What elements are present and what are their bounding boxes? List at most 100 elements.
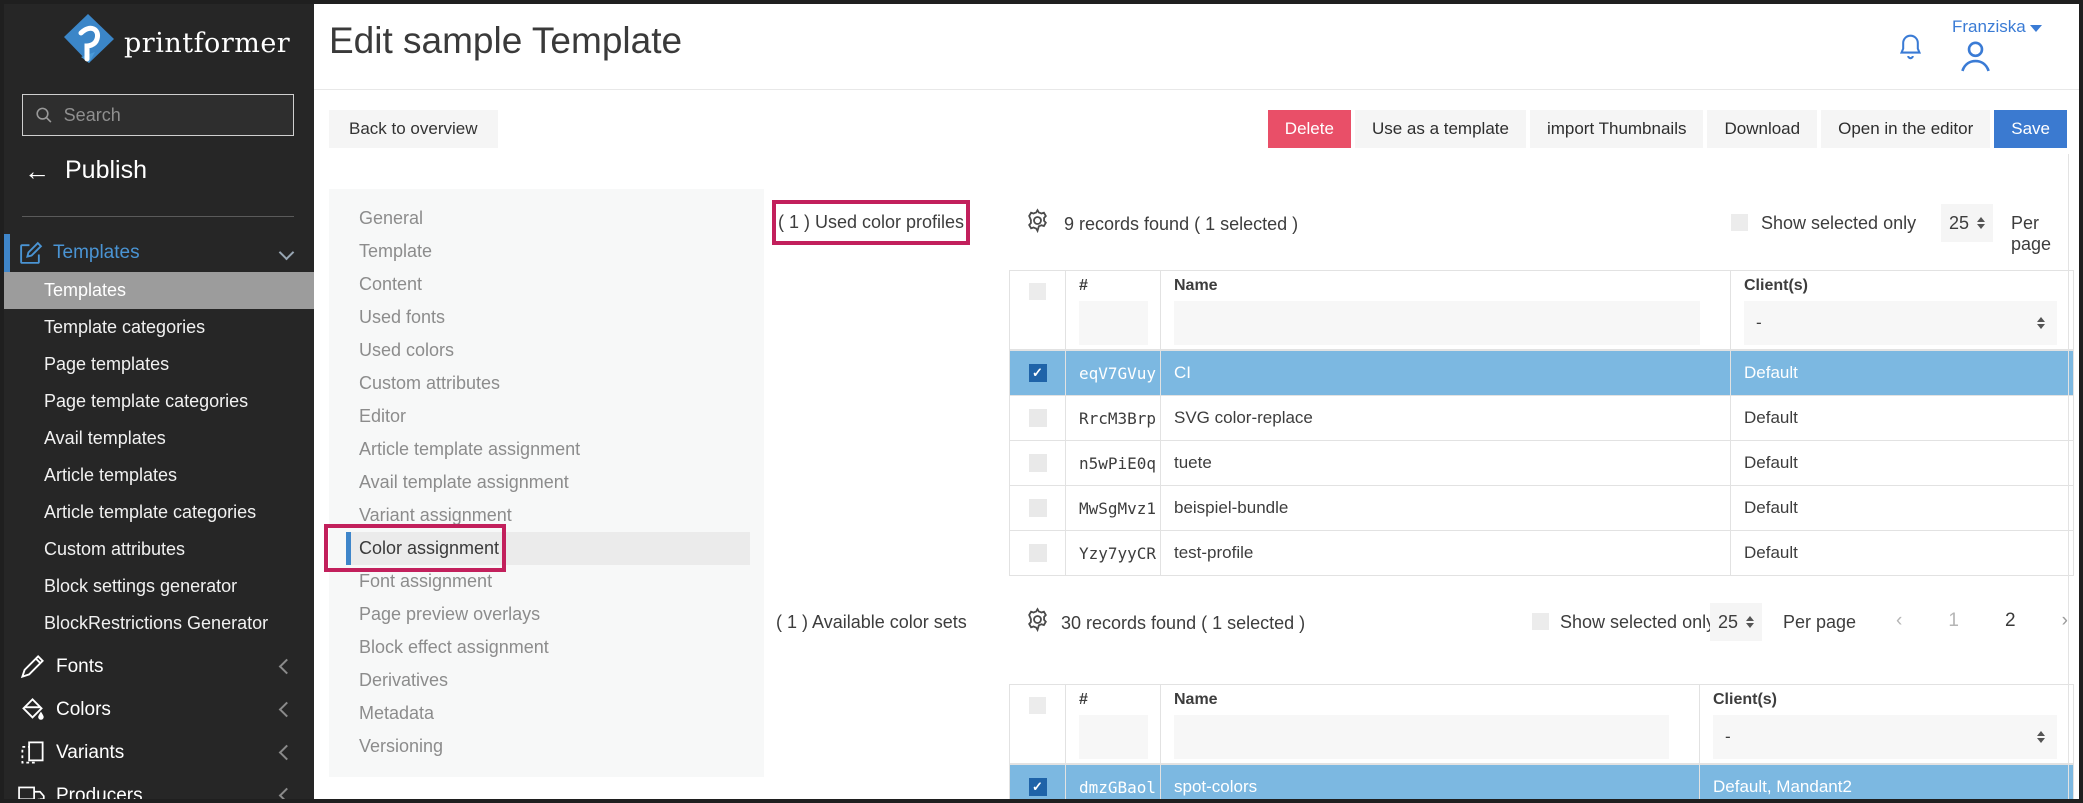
table-row[interactable]: n5wPiE0qtueteDefault xyxy=(1010,440,2073,485)
settings-tab-variant-assignment[interactable]: Variant assignment xyxy=(346,499,750,532)
row-checkbox[interactable]: ✓ xyxy=(1029,364,1047,382)
sidebar-item-blockrestrictions-generator[interactable]: BlockRestrictions Generator xyxy=(4,605,314,642)
sidebar-item-templates[interactable]: Templates xyxy=(4,272,314,309)
table-row[interactable]: RrcM3BrpSVG color-replaceDefault xyxy=(1010,395,2073,440)
per-page-label: Per page xyxy=(1783,612,1856,633)
select-arrows-icon xyxy=(2037,317,2045,329)
back-to-publish[interactable]: ← Publish xyxy=(24,156,147,185)
clients-filter-select[interactable]: - xyxy=(1744,301,2057,345)
page-2[interactable]: 2 xyxy=(2005,610,2016,632)
settings-tab-template[interactable]: Template xyxy=(346,235,750,268)
column-header-name: Name xyxy=(1174,277,1730,299)
row-checkbox[interactable] xyxy=(1029,499,1047,517)
sidebar-item-block-settings-generator[interactable]: Block settings generator xyxy=(4,568,314,605)
delete-button[interactable]: Delete xyxy=(1268,110,1351,148)
table-row[interactable]: MwSgMvz1beispiel-bundleDefault xyxy=(1010,485,2073,530)
name-filter-input[interactable] xyxy=(1174,715,1669,759)
select-arrows-icon xyxy=(2037,731,2045,743)
row-clients: Default xyxy=(1730,486,2073,530)
settings-tab-derivatives[interactable]: Derivatives xyxy=(346,664,750,697)
settings-tab-general[interactable]: General xyxy=(346,202,750,235)
id-filter-input[interactable] xyxy=(1079,715,1148,759)
column-header-name: Name xyxy=(1174,691,1699,713)
table-row[interactable]: Yzy7yyCRtest-profileDefault xyxy=(1010,530,2073,575)
show-selected-checkbox[interactable] xyxy=(1532,613,1549,630)
row-id: RrcM3Brp xyxy=(1065,396,1160,440)
pagination: ‹12› xyxy=(1896,610,2068,632)
notifications-bell-icon[interactable] xyxy=(1897,32,1924,68)
row-checkbox[interactable] xyxy=(1029,454,1047,472)
caret-down-icon[interactable] xyxy=(2030,25,2042,32)
table-settings-gear-icon[interactable] xyxy=(1024,207,1051,239)
sidebar-item-page-templates[interactable]: Page templates xyxy=(4,346,314,383)
settings-tab-page-preview-overlays[interactable]: Page preview overlays xyxy=(346,598,750,631)
sidebar-item-article-templates[interactable]: Article templates xyxy=(4,457,314,494)
table-row[interactable]: ✓eqV7GVuyCIDefault xyxy=(1010,350,2073,395)
settings-tab-editor[interactable]: Editor xyxy=(346,400,750,433)
sidebar-item-avail-templates[interactable]: Avail templates xyxy=(4,420,314,457)
settings-tab-block-effect-assignment[interactable]: Block effect assignment xyxy=(346,631,750,664)
name-filter-input[interactable] xyxy=(1174,301,1700,345)
scrollbar-track-edge xyxy=(2068,154,2069,799)
user-avatar-icon[interactable] xyxy=(1957,37,1994,79)
row-checkbox[interactable]: ✓ xyxy=(1029,778,1047,796)
id-filter-input[interactable] xyxy=(1079,301,1148,345)
settings-tab-versioning[interactable]: Versioning xyxy=(346,730,750,763)
sidebar-item-fonts[interactable]: Fonts xyxy=(4,645,314,688)
clients-filter-select[interactable]: - xyxy=(1713,715,2057,759)
sidebar-item-template-categories[interactable]: Template categories xyxy=(4,309,314,346)
active-section-bar xyxy=(4,234,10,272)
settings-tab-custom-attributes[interactable]: Custom attributes xyxy=(346,367,750,400)
show-selected-checkbox[interactable] xyxy=(1731,214,1748,231)
sidebar-item-producers[interactable]: Producers xyxy=(4,774,314,803)
use-as-a-template-button[interactable]: Use as a template xyxy=(1355,110,1526,148)
pagination-chevron-icon[interactable]: ‹ xyxy=(1896,610,1902,632)
row-checkbox[interactable] xyxy=(1029,544,1047,562)
settings-tab-avail-template-assignment[interactable]: Avail template assignment xyxy=(346,466,750,499)
sidebar-section-templates[interactable]: Templates xyxy=(4,234,314,272)
row-id: MwSgMvz1 xyxy=(1065,486,1160,530)
sidebar-item-custom-attributes[interactable]: Custom attributes xyxy=(4,531,314,568)
sidebar-item-colors[interactable]: Colors xyxy=(4,688,314,731)
row-checkbox[interactable] xyxy=(1029,409,1047,427)
row-name: tuete xyxy=(1160,441,1730,485)
records-found-text: 9 records found ( 1 selected ) xyxy=(1064,214,1298,235)
select-all-checkbox[interactable] xyxy=(1029,283,1046,300)
printformer-logo-icon xyxy=(60,12,116,74)
brand-name: printformer xyxy=(124,28,290,59)
settings-tab-content[interactable]: Content xyxy=(346,268,750,301)
open-in-the-editor-button[interactable]: Open in the editor xyxy=(1821,110,1990,148)
search-input[interactable] xyxy=(64,105,281,126)
table-row[interactable]: ✓dmzGBaolspot-colorsDefault, Mandant2 xyxy=(1010,764,2073,803)
per-page-select[interactable]: 25 xyxy=(1941,204,1993,242)
save-button[interactable]: Save xyxy=(1994,110,2067,148)
import-thumbnails-button[interactable]: import Thumbnails xyxy=(1530,110,1704,148)
available-color-sets-table: # Name Client(s) - ✓dmzGBaolspot-colorsD… xyxy=(1009,684,2074,803)
sidebar-item-article-template-categories[interactable]: Article template categories xyxy=(4,494,314,531)
row-name: test-profile xyxy=(1160,531,1730,575)
page-1[interactable]: 1 xyxy=(1948,610,1959,632)
table-settings-gear-icon[interactable] xyxy=(1024,606,1051,638)
show-selected-label: Show selected only xyxy=(1761,213,1916,234)
sidebar-item-variants[interactable]: Variants xyxy=(4,731,314,774)
back-arrow-icon: ← xyxy=(24,158,50,184)
sidebar-item-page-template-categories[interactable]: Page template categories xyxy=(4,383,314,420)
settings-tab-color-assignment[interactable]: Color assignment xyxy=(346,532,750,565)
download-button[interactable]: Download xyxy=(1707,110,1817,148)
sidebar-search xyxy=(22,94,294,136)
settings-tab-article-template-assignment[interactable]: Article template assignment xyxy=(346,433,750,466)
table-header-row: # Name Client(s) - xyxy=(1010,271,2073,350)
edit-square-icon xyxy=(18,241,43,266)
settings-tab-font-assignment[interactable]: Font assignment xyxy=(346,565,750,598)
back-to-overview-button[interactable]: Back to overview xyxy=(329,110,498,148)
per-page-select[interactable]: 25 xyxy=(1710,603,1762,641)
user-menu[interactable]: Franziska xyxy=(1952,17,2026,37)
settings-tab-used-colors[interactable]: Used colors xyxy=(346,334,750,367)
settings-tab-used-fonts[interactable]: Used fonts xyxy=(346,301,750,334)
chevron-left-icon xyxy=(279,788,295,803)
column-header-id: # xyxy=(1079,277,1160,299)
toolbar-button-group: DeleteUse as a templateimport Thumbnails… xyxy=(1268,110,2067,148)
settings-tab-metadata[interactable]: Metadata xyxy=(346,697,750,730)
annotation-box-used-color-profiles: ( 1 ) Used color profiles xyxy=(772,200,970,245)
select-all-checkbox[interactable] xyxy=(1029,697,1046,714)
